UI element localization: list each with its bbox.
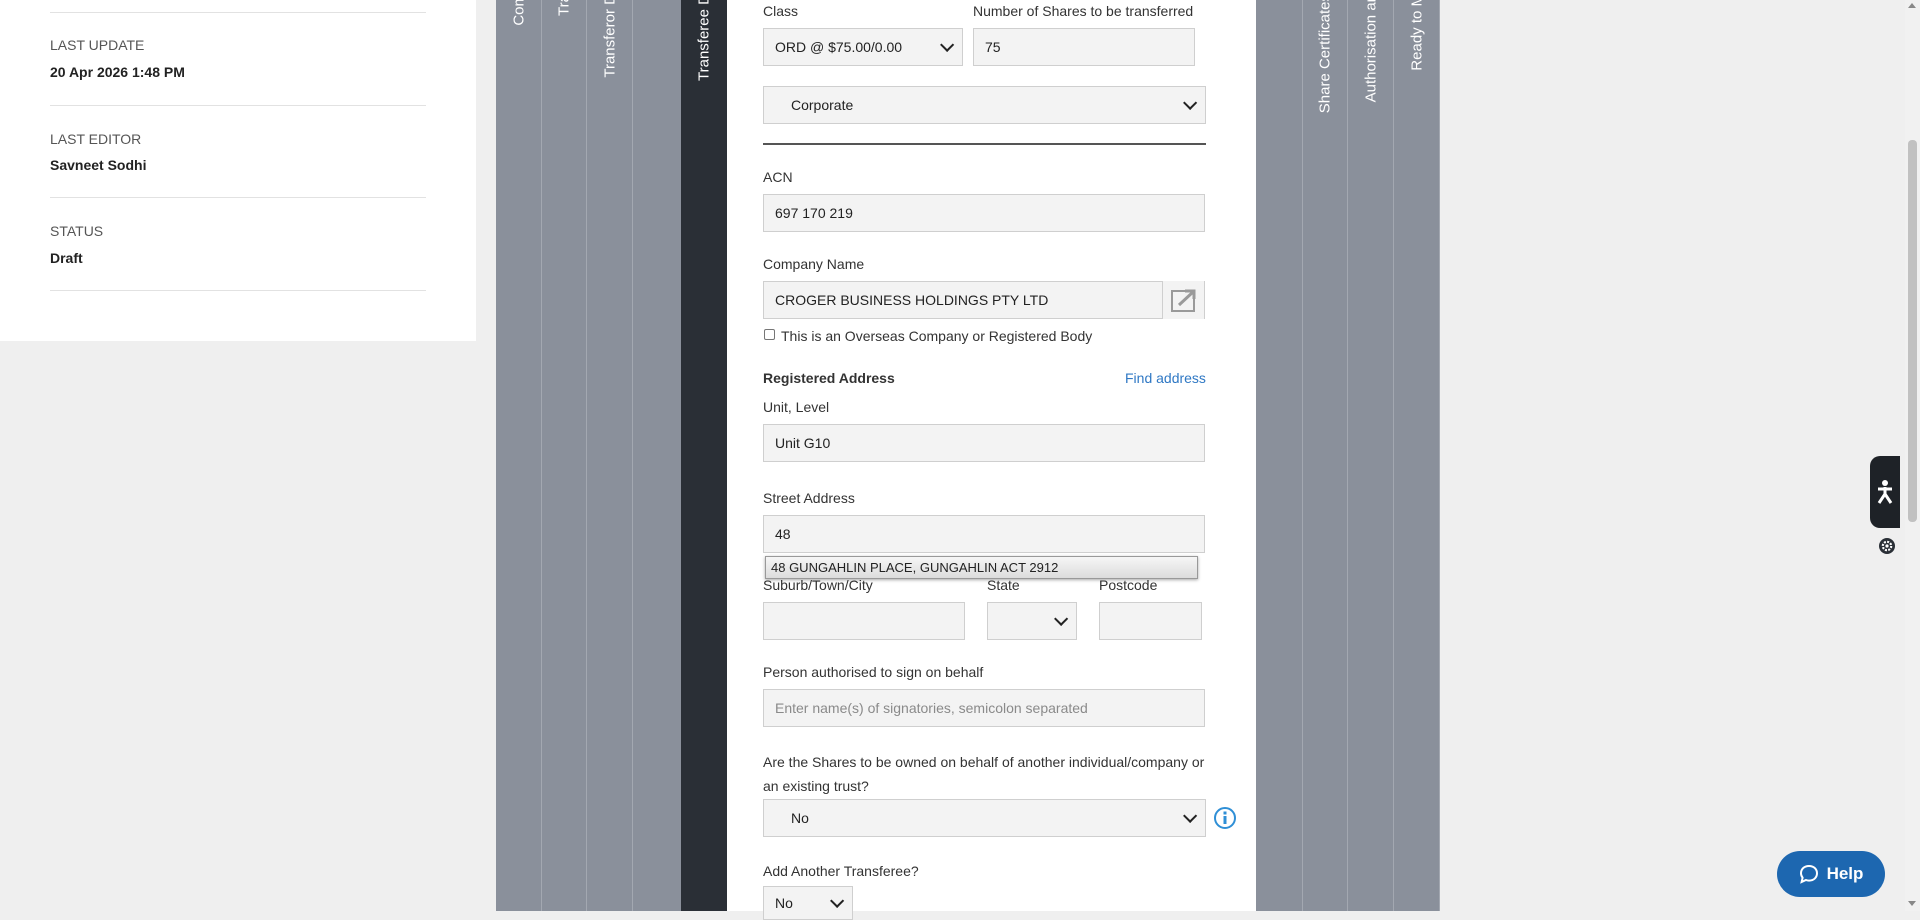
add-transferee-select[interactable]: No — [763, 886, 853, 920]
tab-share-certificates[interactable]: Share Certificates — [1302, 0, 1348, 911]
postcode-label: Postcode — [1099, 577, 1158, 593]
suburb-input[interactable] — [763, 602, 965, 640]
street-address-input[interactable]: 48 — [763, 515, 1205, 553]
unit-label: Unit, Level — [763, 399, 830, 415]
company-name-label: Company Name — [763, 256, 865, 272]
find-address-link[interactable]: Find address — [1125, 370, 1206, 386]
company-name-input-value: CROGER BUSINESS HOLDINGS PTY LTD — [775, 292, 1049, 308]
registered-address-heading: Registered Address — [763, 370, 895, 386]
signatory-label: Person authorised to sign on behalf — [763, 664, 984, 680]
tab-transferor-details-label: Transferor D — [601, 0, 618, 78]
vertical-scrollbar[interactable] — [1905, 0, 1920, 911]
address-suggestion-text: 48 GUNGAHLIN PLACE, GUNGAHLIN ACT 2912 — [771, 560, 1059, 575]
help-button[interactable]: Help — [1777, 851, 1885, 897]
accessibility-icon — [1877, 480, 1893, 504]
divider — [50, 105, 426, 106]
record-info-panel: LAST UPDATE 20 Apr 2026 1:48 PM LAST EDI… — [0, 0, 476, 341]
tab-share-certificates-label: Share Certificates — [1316, 0, 1334, 114]
chevron-down-icon — [830, 893, 845, 908]
scroll-up-arrow-icon[interactable] — [1908, 3, 1916, 8]
info-icon[interactable] — [1214, 807, 1236, 829]
address-suggestion[interactable]: 48 GUNGAHLIN PLACE, GUNGAHLIN ACT 2912 — [765, 556, 1198, 579]
divider — [50, 12, 426, 13]
suburb-label: Suburb/Town/City — [763, 577, 873, 593]
tab-ready[interactable]: Ready to M — [1394, 0, 1440, 911]
open-external-button[interactable] — [1162, 281, 1204, 319]
unit-input[interactable]: Unit G10 — [763, 424, 1205, 462]
street-address-input-value: 48 — [775, 526, 791, 542]
signatory-input[interactable]: Enter name(s) of signatories, semicolon … — [763, 689, 1205, 727]
add-transferee-label: Add Another Transferee? — [763, 863, 919, 879]
tab-step-2-label: Tra — [555, 0, 573, 16]
chevron-down-icon — [1054, 611, 1069, 626]
gear-icon[interactable] — [1878, 537, 1896, 555]
last-update-value: 20 Apr 2026 1:48 PM — [50, 64, 185, 80]
tab-transferor-details[interactable]: Transferor D — [587, 0, 633, 911]
tab-transferee-details-label: Transferee D — [695, 0, 713, 81]
tab-authorisation-label: Authorisation an — [1362, 0, 1379, 103]
signatory-placeholder: Enter name(s) of signatories, semicolon … — [775, 700, 1088, 716]
accessibility-widget[interactable] — [1870, 456, 1900, 528]
state-select[interactable] — [987, 602, 1077, 640]
postcode-input[interactable] — [1099, 602, 1202, 640]
street-address-label: Street Address — [763, 490, 855, 506]
last-update-label: LAST UPDATE — [50, 37, 145, 53]
shares-input[interactable]: 75 — [973, 28, 1195, 66]
class-select[interactable]: ORD @ $75.00/0.00 — [763, 28, 963, 66]
tab-step-1[interactable]: Com — [496, 0, 542, 911]
last-editor-label: LAST EDITOR — [50, 131, 142, 147]
acn-input-value: 697 170 219 — [775, 205, 853, 221]
overseas-company-label: This is an Overseas Company or Registere… — [781, 328, 1093, 344]
entity-type-value: Corporate — [791, 97, 854, 113]
add-transferee-value: No — [775, 895, 793, 911]
tab-ready-label: Ready to M — [1408, 0, 1425, 71]
behalf-question-line-1: Are the Shares to be owned on behalf of … — [763, 754, 1205, 770]
shares-input-value: 75 — [985, 39, 1001, 55]
company-name-input[interactable]: CROGER BUSINESS HOLDINGS PTY LTD — [763, 281, 1205, 319]
chevron-down-icon — [1183, 808, 1198, 823]
chevron-down-icon — [940, 37, 955, 52]
tab-authorisation[interactable]: Authorisation an — [1348, 0, 1394, 911]
external-link-icon — [1170, 289, 1195, 312]
behalf-select[interactable]: No — [763, 799, 1206, 837]
class-select-value: ORD @ $75.00/0.00 — [775, 39, 903, 55]
shares-label: Number of Shares to be transferred — [973, 3, 1194, 19]
last-editor-value: Savneet Sodhi — [50, 157, 147, 173]
scrollbar-thumb[interactable] — [1908, 140, 1917, 522]
status-label: STATUS — [50, 223, 104, 239]
entity-type-select[interactable]: Corporate — [763, 86, 1206, 124]
behalf-question-line-2: an existing trust? — [763, 778, 869, 794]
unit-input-value: Unit G10 — [775, 435, 831, 451]
tab-transferee-details[interactable]: Transferee D — [681, 0, 727, 911]
behalf-question: Are the Shares to be owned on behalf of … — [763, 750, 1204, 798]
chat-bubble-icon — [1799, 864, 1818, 884]
tab-step-1-label: Com — [510, 0, 527, 26]
scroll-down-arrow-icon[interactable] — [1908, 901, 1916, 906]
acn-input[interactable]: 697 170 219 — [763, 194, 1205, 232]
status-value: Draft — [50, 250, 83, 266]
help-button-label: Help — [1826, 864, 1864, 883]
behalf-select-value: No — [791, 810, 809, 826]
section-divider — [763, 143, 1206, 145]
chevron-down-icon — [1183, 95, 1198, 110]
class-label: Class — [763, 3, 799, 19]
divider — [50, 290, 426, 291]
state-label: State — [987, 577, 1020, 593]
overseas-company-checkbox[interactable] — [764, 329, 775, 340]
tab-step-2[interactable]: Tra — [542, 0, 587, 911]
divider — [50, 197, 426, 198]
acn-label: ACN — [763, 169, 793, 185]
